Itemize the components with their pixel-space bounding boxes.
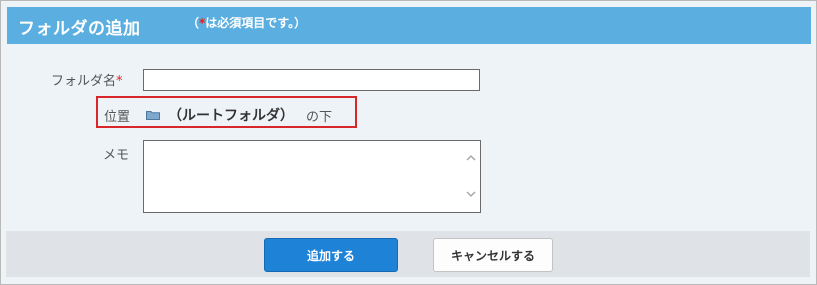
location-highlight: 位置 （ルートフォルダ） の下 [96,96,357,128]
required-note: （*は必須項目です。） [187,16,307,30]
required-star: * [116,74,123,89]
folder-name-input[interactable] [143,69,480,91]
cancel-button[interactable]: キャンセルする [433,238,553,272]
memo-label: メモ [103,148,130,163]
add-button[interactable]: 追加する [264,238,398,272]
memo-textarea[interactable] [143,140,481,213]
chevron-down-icon[interactable] [466,190,476,198]
location-label: 位置 [104,110,131,125]
folder-icon [146,111,160,120]
dialog-footer [6,231,810,277]
dialog-title: フォルダの追加 [18,19,141,39]
dialog-header: フォルダの追加 （*は必須項目です。） [7,7,811,44]
chevron-up-icon[interactable] [466,154,476,162]
folder-name-label: フォルダ名* [51,74,123,89]
location-suffix: の下 [306,110,333,125]
location-folder-name: （ルートフォルダ） [168,108,294,124]
